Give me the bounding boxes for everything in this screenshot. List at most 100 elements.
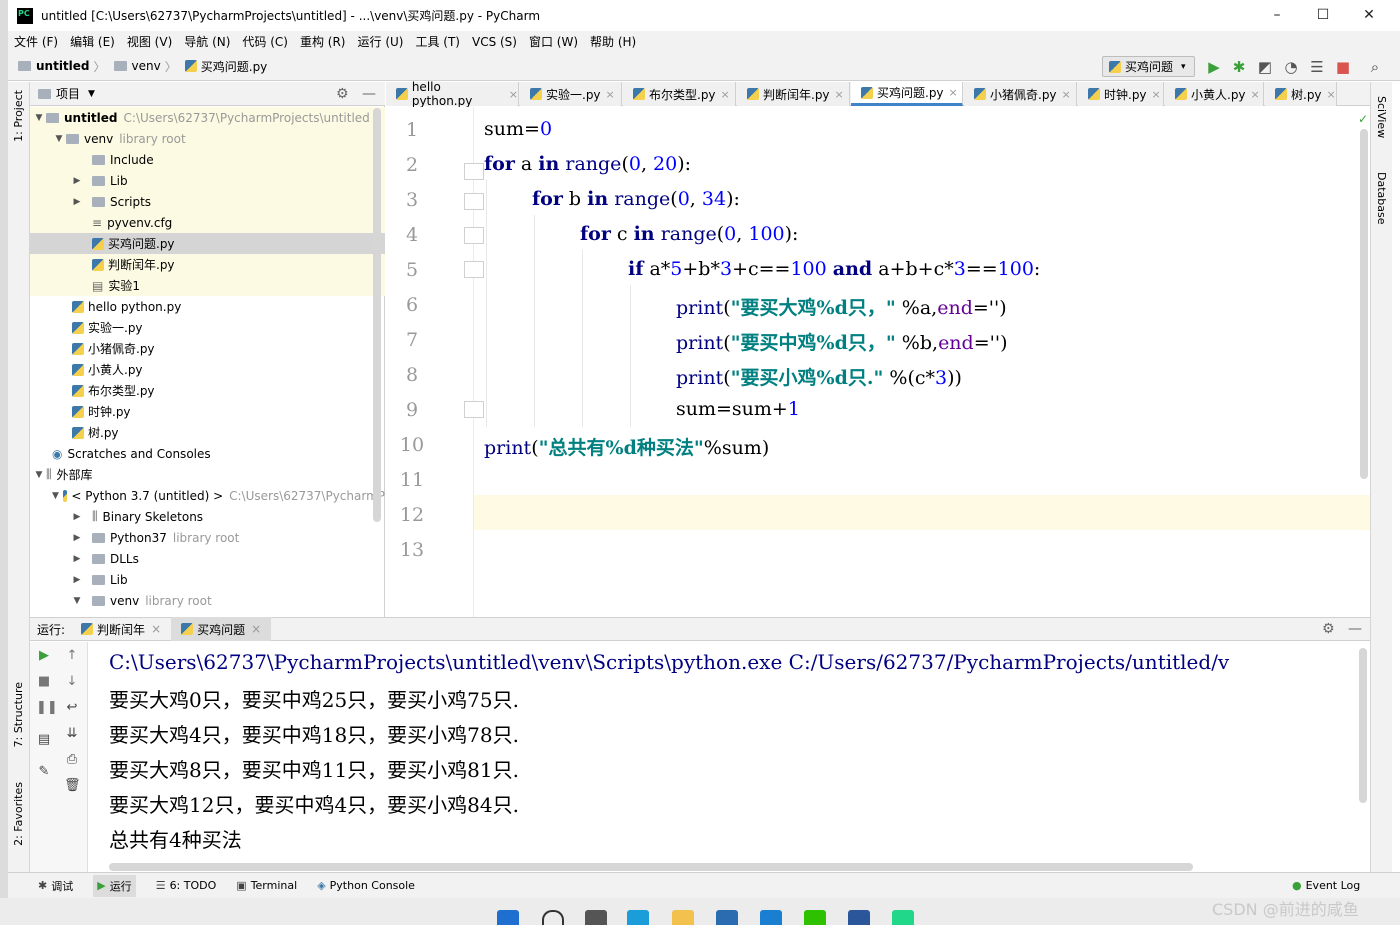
menu-edit[interactable]: 编辑 (E): [70, 33, 115, 50]
tree-item[interactable]: 布尔类型.py: [30, 380, 385, 401]
soft-wrap-icon[interactable]: ↩: [64, 700, 80, 715]
breadcrumb-project[interactable]: untitled 〉: [18, 58, 108, 75]
run-configuration-select[interactable]: 买鸡问题 ▾: [1102, 56, 1195, 77]
search-icon[interactable]: ⌕: [1366, 58, 1384, 76]
tree-item[interactable]: 小黄人.py: [30, 359, 385, 380]
tree-item[interactable]: ◉ Scratches and Consoles: [30, 443, 385, 464]
concurrency-icon[interactable]: ☰: [1308, 58, 1326, 76]
print-icon[interactable]: ⎙: [64, 752, 80, 767]
project-tool-tab[interactable]: 1: Project: [12, 90, 25, 142]
stop-icon[interactable]: ■: [1334, 58, 1352, 76]
close-tab-icon[interactable]: ×: [151, 622, 161, 636]
trash-icon[interactable]: 🗑: [64, 778, 81, 793]
close-button[interactable]: ✕: [1359, 6, 1379, 26]
tab-minion[interactable]: 小黄人.py ×: [1165, 82, 1264, 106]
pin-icon[interactable]: ✎: [36, 764, 52, 779]
tab-buy-chicken[interactable]: 买鸡问题.py ×: [851, 82, 963, 106]
stop-icon[interactable]: ■: [36, 674, 52, 689]
tree-item[interactable]: 买鸡问题.py: [30, 233, 385, 254]
close-tab-icon[interactable]: ×: [606, 88, 615, 101]
coverage-icon[interactable]: ◩: [1256, 58, 1274, 76]
close-tab-icon[interactable]: ×: [1152, 88, 1161, 101]
tab-clock[interactable]: 时钟.py ×: [1078, 82, 1164, 106]
tab-experiment-one[interactable]: 实验一.py ×: [520, 82, 622, 106]
start-icon[interactable]: [497, 910, 519, 925]
fold-icon[interactable]: [464, 193, 484, 210]
fold-icon[interactable]: [464, 227, 484, 244]
close-tab-icon[interactable]: ×: [721, 88, 730, 101]
close-tab-icon[interactable]: ×: [251, 622, 261, 636]
search-icon[interactable]: [542, 910, 564, 925]
up-arrow-icon[interactable]: ↑: [64, 648, 80, 663]
close-tab-icon[interactable]: ×: [1062, 88, 1071, 101]
database-tool-tab[interactable]: Database: [1375, 172, 1388, 225]
tree-item[interactable]: 时钟.py: [30, 401, 385, 422]
menu-tools[interactable]: 工具 (T): [415, 33, 460, 50]
console-horizontal-scrollbar[interactable]: [109, 863, 1193, 871]
hide-icon[interactable]: —: [1348, 621, 1362, 637]
editor-scrollbar[interactable]: [1360, 129, 1368, 479]
tree-item[interactable]: ▼ ⫼ 外部库: [30, 464, 385, 485]
project-panel-title[interactable]: 项目: [56, 85, 80, 102]
favorites-tool-tab[interactable]: 2: Favorites: [12, 782, 25, 846]
tree-item[interactable]: hello python.py: [30, 296, 385, 317]
menu-code[interactable]: 代码 (C): [242, 33, 288, 50]
close-tab-icon[interactable]: ×: [1327, 88, 1336, 101]
rerun-icon[interactable]: ▶: [36, 648, 52, 663]
edge-icon[interactable]: [627, 910, 649, 925]
wechat-icon[interactable]: [804, 910, 826, 925]
close-tab-icon[interactable]: ×: [1251, 88, 1260, 101]
gear-icon[interactable]: ⚙: [1322, 621, 1335, 637]
todo-tool-tab[interactable]: ☰ 6: TODO: [156, 879, 217, 892]
tab-leap-year[interactable]: 判断闰年.py ×: [737, 82, 850, 106]
tree-item[interactable]: 实验一.py: [30, 317, 385, 338]
tree-item[interactable]: ▼ < Python 3.7 (untitled) > C:\Users\62737…: [30, 485, 385, 506]
word-icon[interactable]: [848, 910, 870, 925]
tree-item[interactable]: ▤ 实验1: [30, 275, 385, 296]
fold-icon[interactable]: [464, 401, 484, 418]
pycharm-taskbar-icon[interactable]: [892, 910, 914, 925]
tree-item[interactable]: Include: [30, 149, 385, 170]
menu-help[interactable]: 帮助 (H): [590, 33, 636, 50]
tab-hello-python[interactable]: hello python.py ×: [386, 80, 519, 108]
menu-navigate[interactable]: 导航 (N): [184, 33, 230, 50]
tab-boolean[interactable]: 布尔类型.py ×: [623, 82, 736, 106]
tree-item[interactable]: ▶ Lib: [30, 569, 385, 590]
close-tab-icon[interactable]: ×: [835, 88, 844, 101]
code-editor[interactable]: 1 2 3 4 5 6 7 8 9 10 11 12 13 sum=0 for …: [386, 107, 1370, 617]
python-console-tool-tab[interactable]: ◈ Python Console: [317, 879, 415, 892]
tree-item[interactable]: ▼ venv library root: [30, 590, 385, 611]
file-explorer-icon[interactable]: [672, 910, 694, 925]
run-console[interactable]: C:\Users\62737\PycharmProjects\untitled\…: [89, 642, 1370, 872]
menu-file[interactable]: 文件 (F): [14, 33, 58, 50]
run-tool-tab[interactable]: ▶ 运行: [93, 874, 136, 897]
layout-icon[interactable]: ▤: [36, 732, 52, 747]
run-tab-leap-year[interactable]: 判断闰年 ×: [71, 617, 171, 641]
close-tab-icon[interactable]: ×: [509, 88, 518, 101]
tree-item[interactable]: ▶ Python37 library root: [30, 527, 385, 548]
profile-icon[interactable]: ◔: [1282, 58, 1300, 76]
tree-item[interactable]: 树.py: [30, 422, 385, 443]
breadcrumb-file[interactable]: 买鸡问题.py: [184, 58, 267, 75]
tree-item[interactable]: ▼ venv library root: [30, 128, 385, 149]
run-tab-buy-chicken[interactable]: 买鸡问题 ×: [171, 617, 272, 641]
event-log-button[interactable]: ● Event Log: [1292, 879, 1360, 892]
terminal-tool-tab[interactable]: ▣ Terminal: [236, 879, 297, 892]
tree-item[interactable]: ▶ ⫼ Binary Skeletons: [30, 506, 385, 527]
chevron-down-icon[interactable]: ▼: [88, 89, 95, 99]
tab-tree[interactable]: 树.py ×: [1265, 82, 1337, 106]
run-icon[interactable]: ▶: [1205, 58, 1223, 76]
fold-icon[interactable]: [464, 163, 484, 180]
structure-tool-tab[interactable]: 7: Structure: [12, 682, 25, 747]
tree-item[interactable]: 判断闰年.py: [30, 254, 385, 275]
down-arrow-icon[interactable]: ↓: [64, 674, 80, 689]
breadcrumb-venv[interactable]: venv 〉: [113, 58, 179, 75]
gear-icon[interactable]: ⚙: [336, 86, 349, 102]
menu-view[interactable]: 视图 (V): [127, 33, 172, 50]
minimize-button[interactable]: –: [1267, 6, 1287, 26]
debug-icon[interactable]: ✱: [1230, 58, 1248, 76]
menu-refactor[interactable]: 重构 (R): [300, 33, 346, 50]
hide-icon[interactable]: —: [362, 86, 376, 102]
tree-item[interactable]: ≡ pyvenv.cfg: [30, 212, 385, 233]
menu-window[interactable]: 窗口 (W): [529, 33, 578, 50]
